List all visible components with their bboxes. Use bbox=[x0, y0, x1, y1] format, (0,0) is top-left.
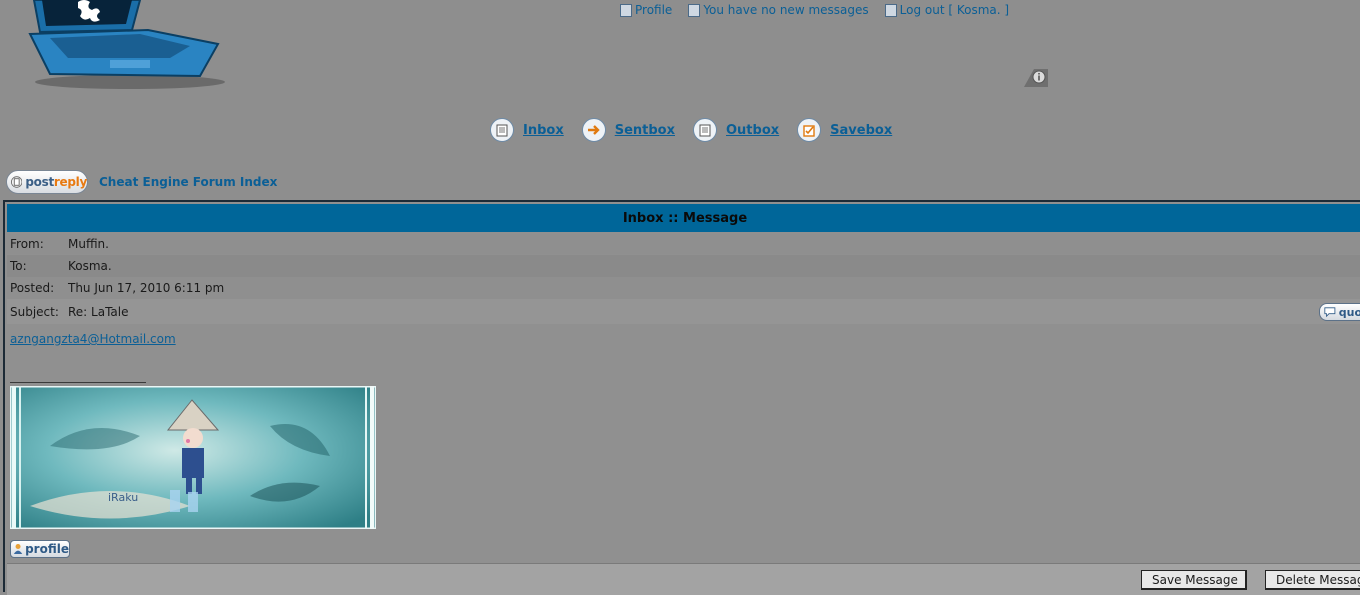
savebox-check-icon bbox=[797, 118, 822, 142]
message-header: Inbox :: Message bbox=[7, 204, 1360, 232]
message-actions-bar: Save Message Delete Messag bbox=[7, 563, 1360, 595]
signature-text: iRaku bbox=[108, 491, 138, 504]
laptop-logo bbox=[28, 0, 225, 89]
delete-message-button[interactable]: Delete Messag bbox=[1265, 570, 1360, 590]
from-row: From: Muffin. bbox=[7, 234, 1360, 254]
logout-icon bbox=[884, 3, 897, 17]
profile-button[interactable]: profile bbox=[10, 540, 70, 558]
to-value: Kosma. bbox=[68, 259, 112, 273]
savebox-link[interactable]: Savebox bbox=[797, 118, 892, 142]
profile-icon bbox=[620, 3, 632, 17]
quote-icon bbox=[1324, 307, 1336, 318]
sentbox-link[interactable]: Sentbox bbox=[581, 118, 675, 142]
info-icon[interactable] bbox=[1024, 67, 1048, 87]
inbox-link[interactable]: Inbox bbox=[490, 118, 564, 142]
outbox-icon bbox=[693, 118, 717, 142]
logout-link[interactable]: Log out [ Kosma. ] bbox=[884, 3, 1009, 17]
message-panel: Inbox :: Message From: Muffin. To: Kosma… bbox=[3, 200, 1360, 595]
signature-divider bbox=[10, 382, 146, 383]
to-row: To: Kosma. bbox=[7, 255, 1360, 277]
user-icon bbox=[13, 543, 23, 555]
from-value: Muffin. bbox=[68, 237, 109, 251]
messages-link[interactable]: You have no new messages bbox=[688, 3, 869, 17]
post-reply-button[interactable]: postreply bbox=[6, 170, 88, 194]
posted-value: Thu Jun 17, 2010 6:11 pm bbox=[68, 281, 225, 295]
forum-index-link[interactable]: Cheat Engine Forum Index bbox=[99, 175, 277, 189]
message-icon bbox=[688, 3, 701, 17]
outbox-link[interactable]: Outbox bbox=[693, 118, 779, 142]
quote-button[interactable]: quo bbox=[1319, 303, 1360, 321]
mailbox-nav: Inbox Sentbox Outbox Savebox bbox=[490, 118, 910, 142]
post-reply-icon bbox=[11, 176, 23, 188]
top-links: Profile You have no new messages Log out… bbox=[620, 3, 1009, 17]
signature-image: iRaku bbox=[10, 386, 376, 529]
inbox-icon bbox=[490, 118, 514, 142]
email-link[interactable]: azngangzta4@Hotmail.com bbox=[10, 332, 176, 346]
save-message-button[interactable]: Save Message bbox=[1141, 570, 1247, 590]
subject-row: Subject: Re: LaTale bbox=[7, 299, 1360, 324]
posted-row: Posted: Thu Jun 17, 2010 6:11 pm bbox=[7, 277, 1360, 299]
subject-value: Re: LaTale bbox=[68, 304, 129, 319]
sentbox-arrow-icon bbox=[581, 118, 606, 142]
profile-link[interactable]: Profile bbox=[620, 3, 672, 17]
